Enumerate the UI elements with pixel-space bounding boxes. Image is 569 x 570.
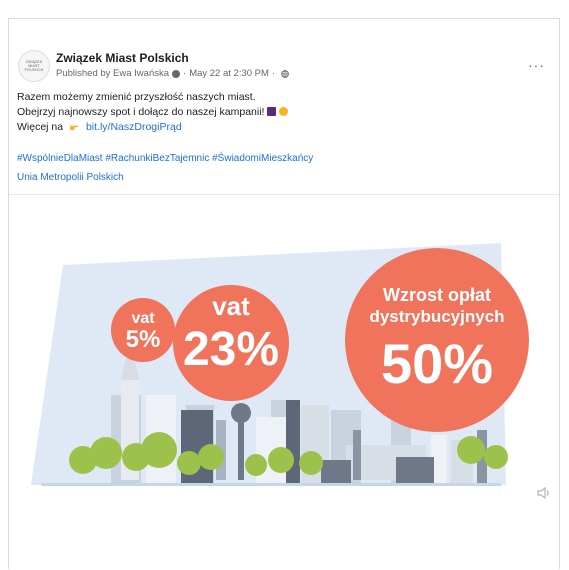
campaign-video[interactable]: vat 5% vat 23% Wzrost opłat dystrybucyjn… bbox=[1, 195, 561, 570]
post-text-line-1: Razem możemy zmienić przyszłość naszych … bbox=[17, 91, 256, 103]
post-text-line-2: Obejrzyj najnowszy spot i dołącz do nasz… bbox=[17, 106, 265, 118]
hashtag-link[interactable]: #RachunkiBezTajemnic bbox=[105, 153, 209, 164]
published-by: Published by Ewa Iwańska bbox=[56, 68, 170, 79]
volume-icon[interactable] bbox=[536, 486, 552, 500]
post-text-line-3: Więcej na bbox=[17, 121, 64, 133]
vat-5-label: vat bbox=[131, 310, 155, 327]
vat-5-value: 5% bbox=[126, 326, 161, 353]
hashtag-link[interactable]: #WspólnieDlaMiast bbox=[17, 153, 103, 164]
page-name[interactable]: Związek Miast Polskich bbox=[56, 51, 189, 65]
hashtags: #WspólnieDlaMiast #RachunkiBezTajemnic #… bbox=[17, 153, 313, 164]
vat-23-label: vat bbox=[212, 291, 250, 321]
avatar-logo-text: ZWIĄZEK MIAST POLSKICH bbox=[24, 60, 44, 72]
distribution-fee-value: 50% bbox=[381, 332, 493, 395]
face-emoji-icon bbox=[279, 107, 289, 116]
pointing-hand-icon bbox=[70, 125, 80, 131]
post-text: Razem możemy zmienić przyszłość naszych … bbox=[17, 90, 289, 135]
hashtag-link[interactable]: #ŚwiadomiMieszkańcy bbox=[212, 153, 313, 164]
post-header: ZWIĄZEK MIAST POLSKICH Związek Miast Pol… bbox=[9, 19, 559, 89]
vat-23-value: 23% bbox=[183, 323, 279, 376]
campaign-link[interactable]: bit.ly/NaszDrogiPrąd bbox=[86, 121, 182, 133]
post-meta: Published by Ewa Iwańska · May 22 at 2:3… bbox=[56, 68, 289, 79]
info-icon[interactable] bbox=[172, 69, 181, 78]
film-emoji-icon bbox=[267, 107, 277, 116]
post-card: ZWIĄZEK MIAST POLSKICH Związek Miast Pol… bbox=[8, 18, 560, 569]
post-date[interactable]: May 22 at 2:30 PM bbox=[189, 68, 269, 79]
mention-link[interactable]: Unia Metropolii Polskich bbox=[17, 172, 124, 183]
ground-line bbox=[41, 483, 501, 486]
distribution-fee-line-1: Wzrost opłat bbox=[383, 285, 491, 305]
globe-icon bbox=[281, 69, 289, 78]
distribution-fee-line-2: dystrybucyjnych bbox=[369, 307, 504, 326]
more-options-button[interactable]: ··· bbox=[528, 57, 545, 73]
avatar[interactable]: ZWIĄZEK MIAST POLSKICH bbox=[18, 50, 50, 82]
